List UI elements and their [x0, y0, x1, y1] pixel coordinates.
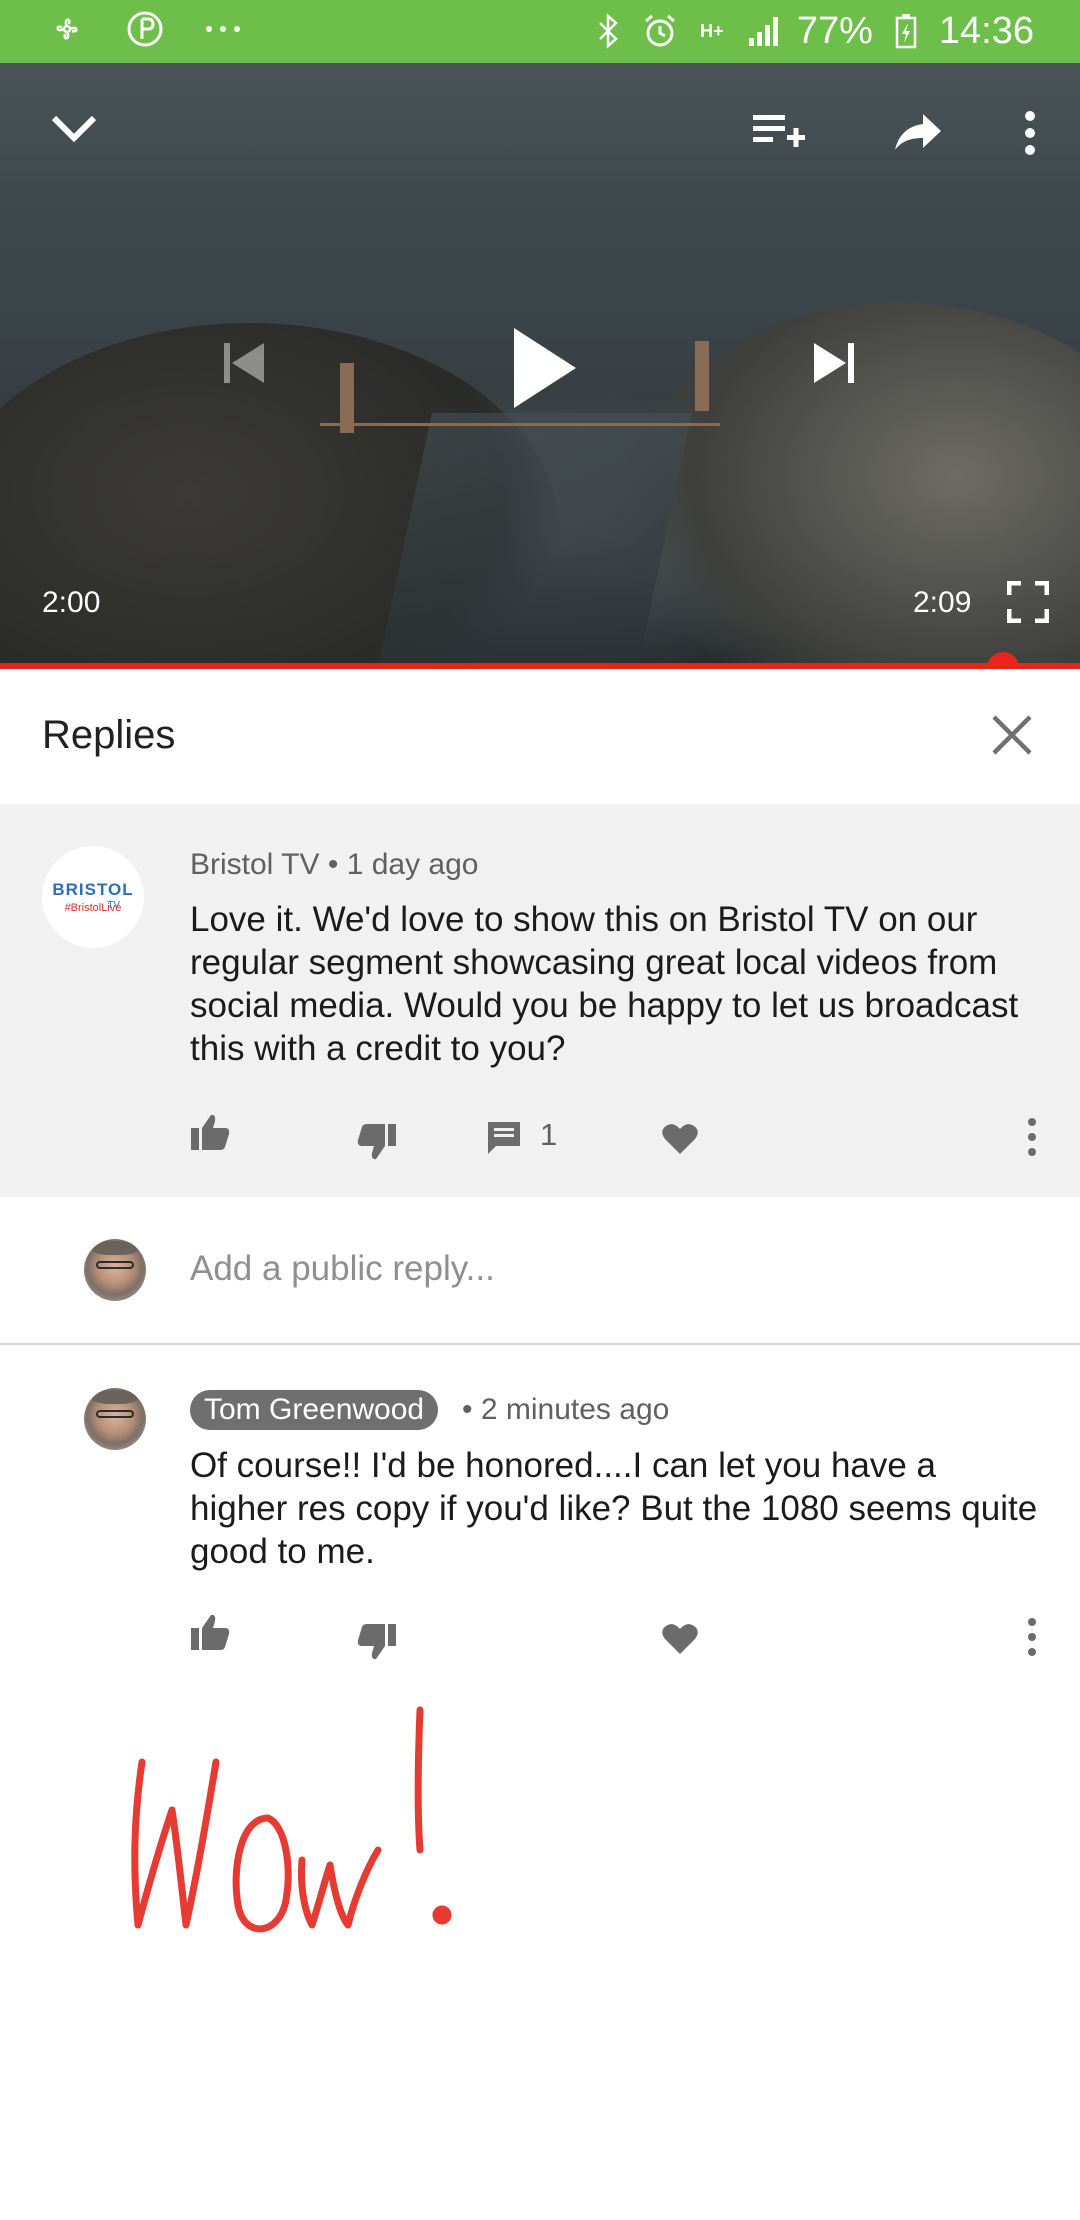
avatar-hair [92, 1390, 138, 1404]
reply-text: Of course!! I'd be honored....I can let … [190, 1446, 1038, 1571]
dislike-icon[interactable] [355, 1120, 399, 1164]
comment-author[interactable]: Bristol TV [190, 848, 319, 881]
replies-header: Replies [0, 669, 1080, 804]
minimize-chevron-down-icon[interactable] [44, 105, 104, 153]
comment-meta: Bristol TV • 1 day ago [190, 848, 478, 882]
reply-dislike-icon[interactable] [355, 1620, 399, 1664]
reply-meta: • 2 minutes ago [462, 1393, 669, 1427]
clock: 14:36 [938, 10, 1034, 52]
handwritten-wow-annotation [120, 1700, 480, 1950]
video-frame-bridge-tower-right [695, 341, 709, 411]
add-reply-row[interactable]: Add a public reply... [0, 1197, 1080, 1345]
avatar-glasses [96, 1410, 134, 1418]
battery-charging-icon [887, 12, 925, 50]
current-time: 2:00 [42, 586, 101, 619]
heart-icon[interactable] [658, 1117, 702, 1161]
reply-input[interactable]: Add a public reply... [190, 1249, 495, 1289]
comment-time: 1 day ago [346, 848, 479, 881]
add-to-playlist-icon[interactable] [748, 105, 810, 157]
video-frame-bridge [320, 423, 720, 426]
reply-like-icon[interactable] [188, 1610, 232, 1654]
battery-percentage: 77% [796, 10, 873, 52]
reply-count: 1 [540, 1117, 558, 1152]
avatar-bristol-tv[interactable]: BRISTOL TV #BristolLive [42, 846, 144, 948]
meta-separator: • [462, 1393, 473, 1426]
status-bar-left [48, 10, 242, 48]
reply-heart-icon[interactable] [658, 1617, 702, 1661]
like-icon[interactable] [188, 1110, 232, 1154]
alarm-icon [641, 12, 679, 50]
avatar-hair [92, 1241, 138, 1255]
reply-comment-icon[interactable] [482, 1116, 526, 1160]
bluetooth-icon [589, 12, 627, 50]
fullscreen-icon[interactable] [1004, 578, 1052, 626]
fan-icon [48, 10, 86, 48]
avatar-logo-tv: TV [107, 900, 120, 911]
duration: 2:09 [913, 586, 972, 619]
play-icon[interactable] [500, 318, 590, 418]
more-notifications-icon [204, 10, 242, 48]
previous-track-icon[interactable] [214, 333, 274, 393]
reply-author-badge[interactable]: Tom Greenwood [190, 1390, 439, 1430]
avatar-glasses [96, 1261, 134, 1269]
reply-time: 2 minutes ago [480, 1393, 670, 1426]
video-player[interactable]: 2:00 2:09 [0, 63, 1080, 668]
reply-more-icon[interactable] [1010, 1615, 1054, 1659]
meta-separator: • [327, 848, 339, 881]
avatar-logo-text: BRISTOL [52, 880, 133, 900]
status-bar: H+ 77% 14:36 [0, 0, 1080, 63]
comment-more-icon[interactable] [1010, 1115, 1054, 1159]
replies-title: Replies [42, 713, 176, 757]
share-icon[interactable] [890, 107, 946, 157]
video-frame-bridge-tower-left [340, 363, 354, 433]
parent-comment: BRISTOL TV #BristolLive Bristol TV • 1 d… [0, 804, 1080, 1197]
avatar-current-user [84, 1239, 146, 1301]
next-track-icon[interactable] [804, 333, 864, 393]
comment-text: Love it. We'd love to show this on Brist… [190, 900, 1019, 1068]
more-options-icon[interactable] [1010, 105, 1050, 161]
signal-icon [745, 12, 783, 50]
network-type-icon: H+ [700, 20, 724, 41]
data-saver-icon [126, 10, 164, 48]
avatar-logo-wordmark: BRISTOL [52, 880, 134, 899]
close-icon[interactable] [990, 713, 1042, 765]
status-bar-right: H+ 77% 14:36 [589, 8, 1034, 54]
avatar-tom-greenwood[interactable] [84, 1388, 146, 1450]
